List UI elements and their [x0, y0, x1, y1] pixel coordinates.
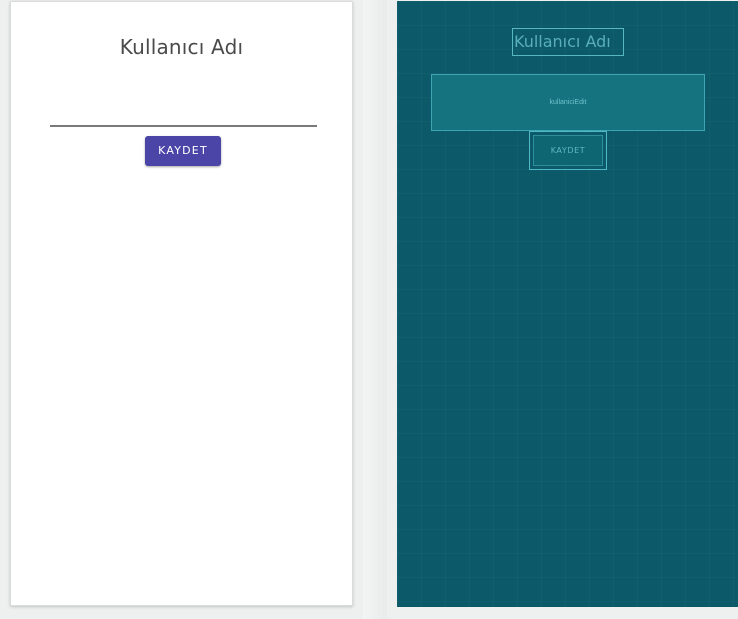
design-preview-panel[interactable]: Kullanıcı Adı KAYDET — [10, 1, 353, 606]
panel-gap — [363, 0, 387, 619]
username-title-textview[interactable]: Kullanıcı Adı — [11, 35, 352, 59]
blueprint-preview-panel[interactable]: Kullanıcı Adı kullaniciEdit KAYDET — [397, 1, 738, 607]
layout-editor-canvas: Kullanıcı Adı KAYDET Kullanıcı Adı kulla… — [0, 0, 738, 619]
blueprint-save-button[interactable]: KAYDET — [529, 131, 607, 170]
save-button[interactable]: KAYDET — [145, 136, 221, 166]
username-edittext[interactable] — [50, 97, 317, 127]
blueprint-username-edittext[interactable]: kullaniciEdit — [431, 74, 705, 131]
blueprint-save-button-label: KAYDET — [533, 135, 603, 166]
blueprint-title-textview[interactable]: Kullanıcı Adı — [512, 28, 624, 56]
